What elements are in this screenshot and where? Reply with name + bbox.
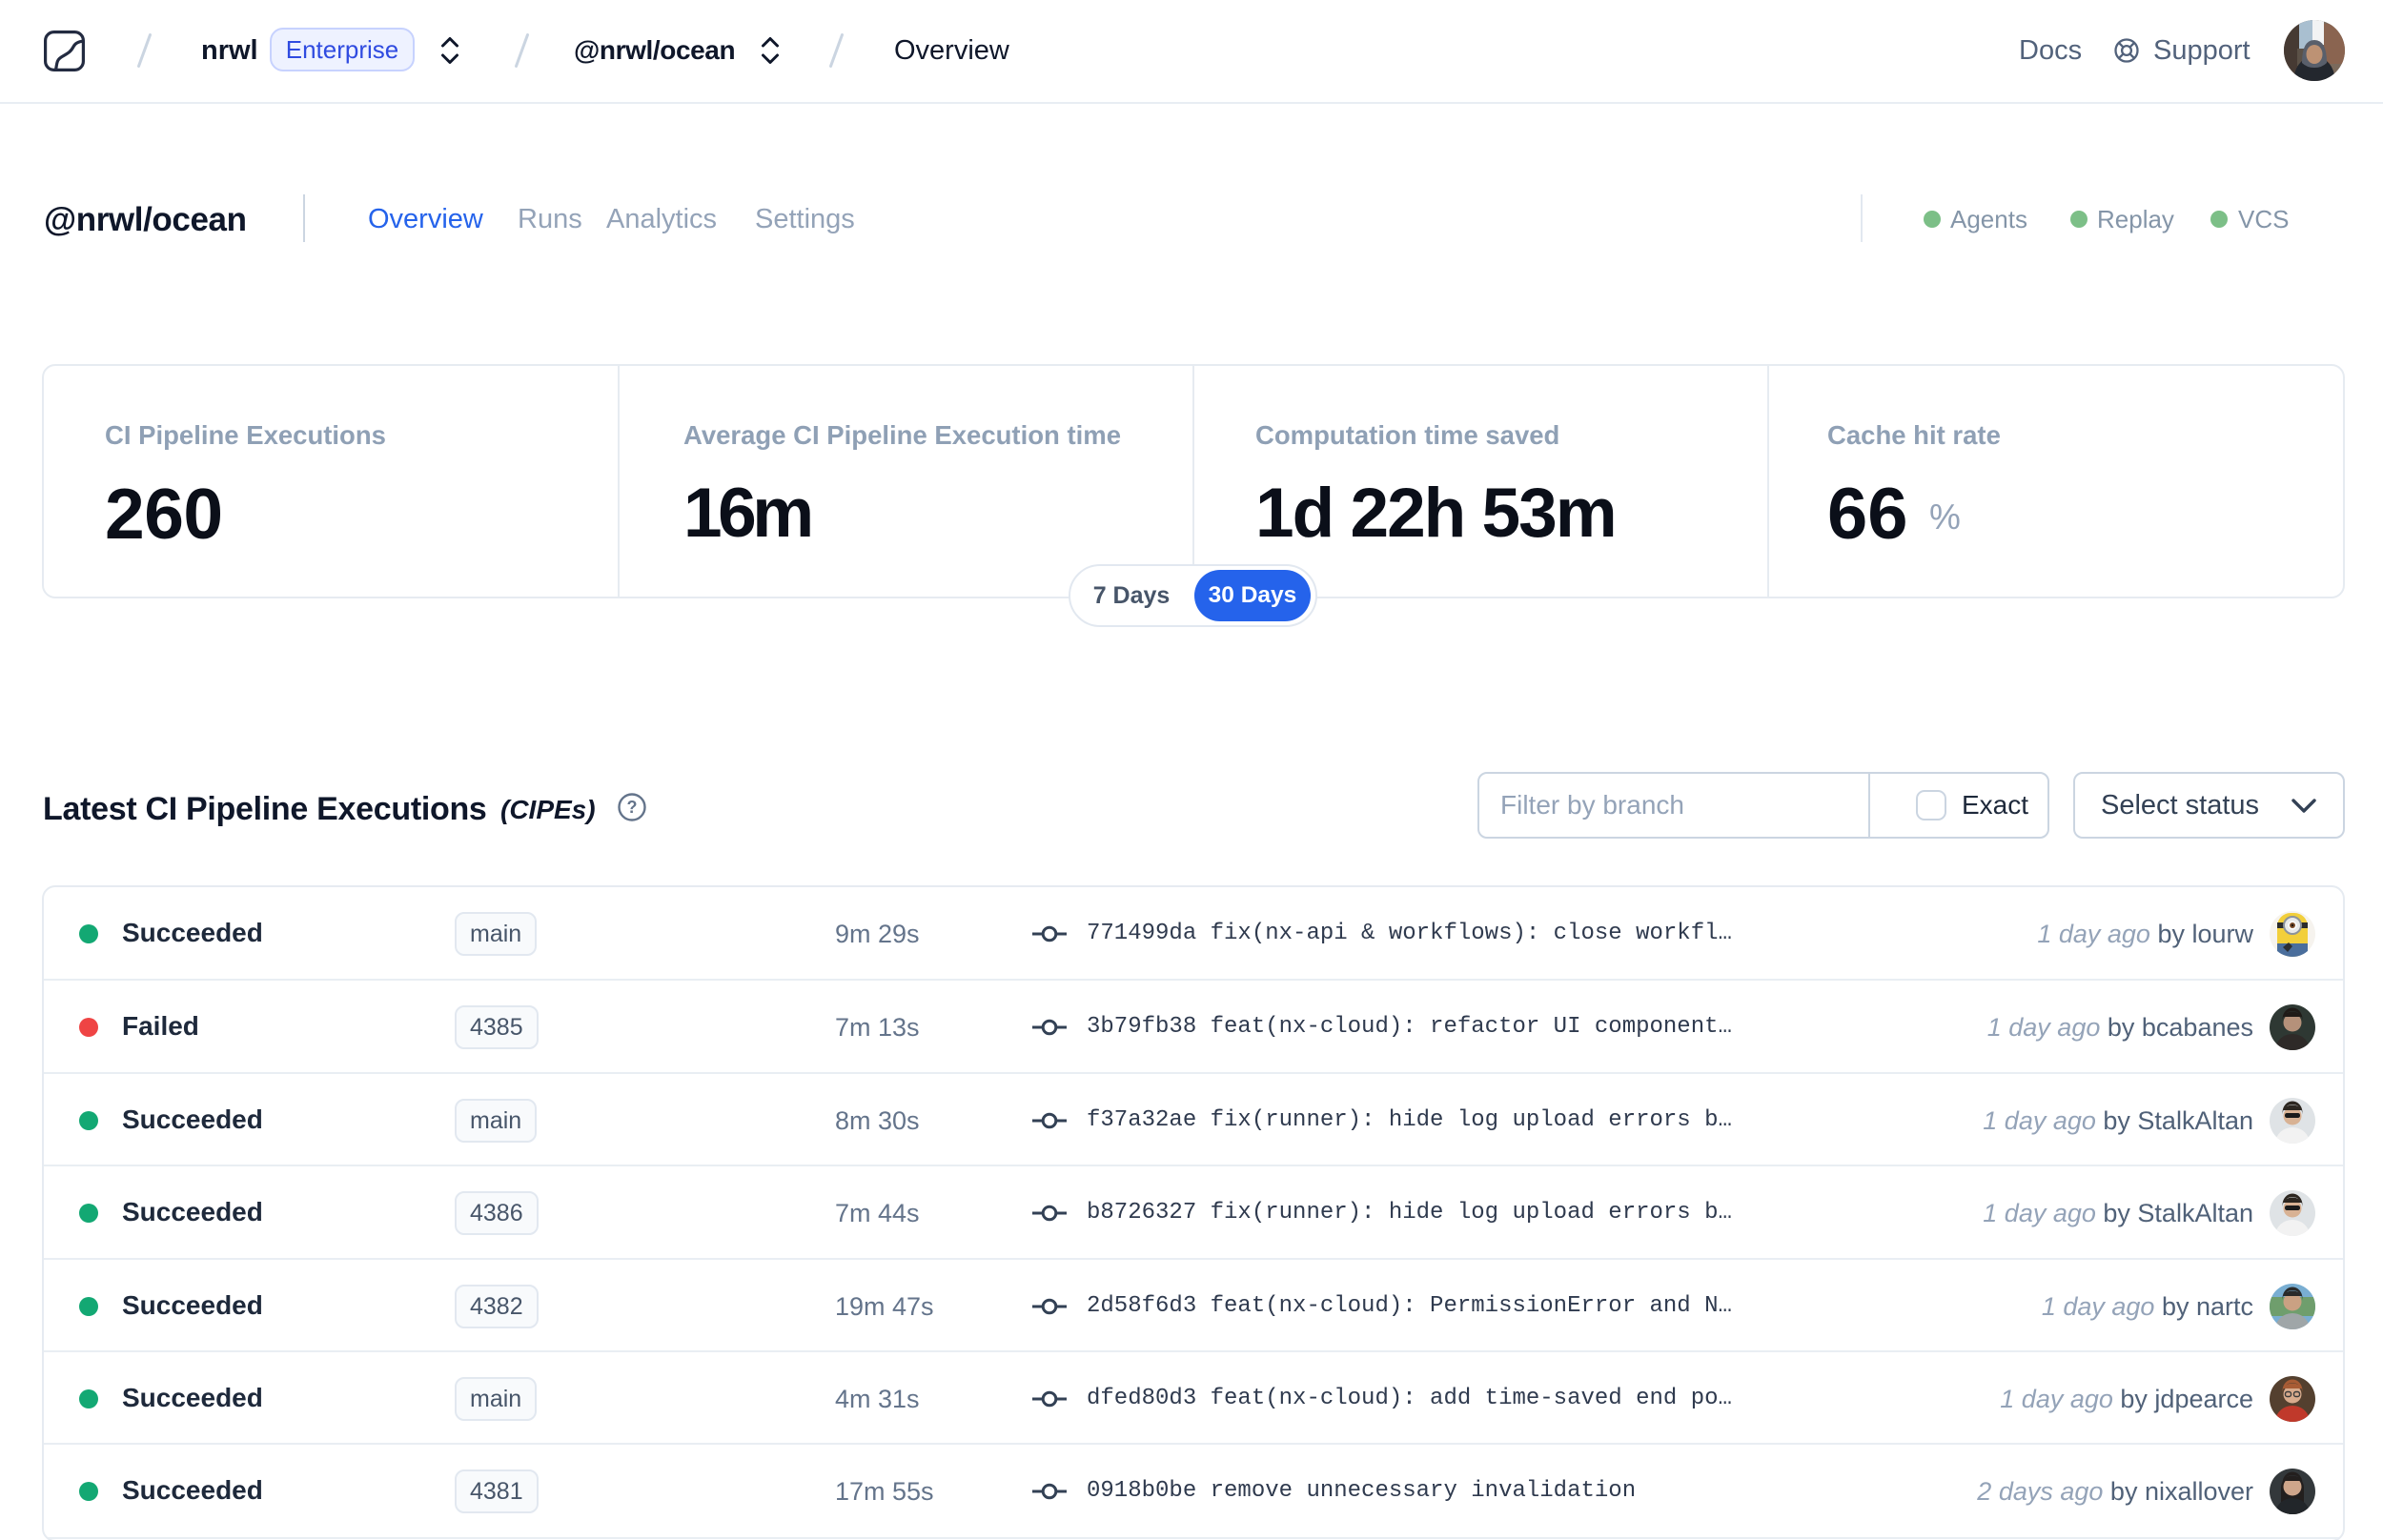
svg-text:?: ? [627,798,638,817]
